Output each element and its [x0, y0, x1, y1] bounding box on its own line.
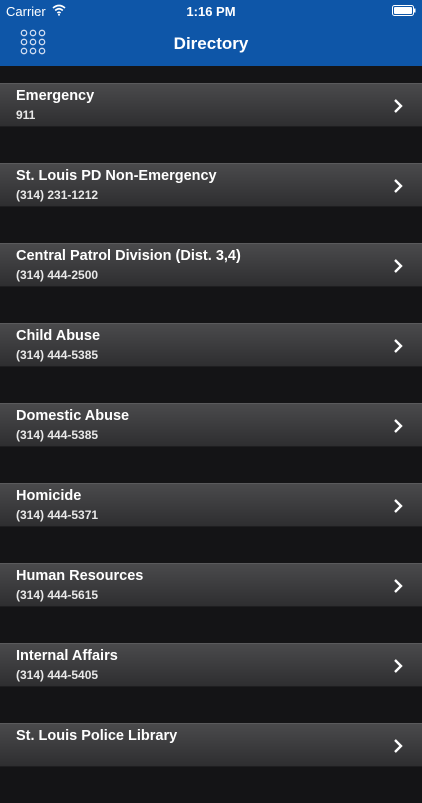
- chevron-right-icon: [394, 419, 403, 433]
- status-time: 1:16 PM: [186, 4, 236, 19]
- directory-item-non-emergency[interactable]: St. Louis PD Non-Emergency (314) 231-121…: [0, 163, 422, 207]
- directory-item-homicide[interactable]: Homicide (314) 444-5371: [0, 483, 422, 527]
- directory-item-domestic-abuse[interactable]: Domestic Abuse (314) 444-5385: [0, 403, 422, 447]
- item-phone: (314) 231-1212: [16, 188, 99, 202]
- directory-item-child-abuse[interactable]: Child Abuse (314) 444-5385: [0, 323, 422, 367]
- item-name: St. Louis PD Non-Emergency: [16, 168, 217, 184]
- chevron-right-icon: [394, 179, 403, 193]
- item-phone: 911: [16, 108, 36, 122]
- app-header: Carrier 1:16 PM Directory: [0, 0, 422, 66]
- page-title: Directory: [173, 34, 249, 53]
- chevron-right-icon: [394, 99, 403, 113]
- item-name: Child Abuse: [16, 328, 101, 344]
- chevron-right-icon: [394, 579, 403, 593]
- item-phone: (314) 444-5385: [16, 348, 99, 362]
- item-name: Internal Affairs: [16, 648, 118, 664]
- directory-item-central-patrol[interactable]: Central Patrol Division (Dist. 3,4) (314…: [0, 243, 422, 287]
- chevron-right-icon: [394, 659, 403, 673]
- item-name: Emergency: [16, 88, 95, 104]
- item-name: Domestic Abuse: [16, 408, 130, 424]
- directory-item-human-resources[interactable]: Human Resources (314) 444-5615: [0, 563, 422, 607]
- directory-item-internal-affairs[interactable]: Internal Affairs (314) 444-5405: [0, 643, 422, 687]
- chevron-right-icon: [394, 499, 403, 513]
- directory-item-emergency[interactable]: Emergency 911: [0, 83, 422, 127]
- item-name: Human Resources: [16, 568, 144, 584]
- item-phone: (314) 444-5385: [16, 428, 99, 442]
- item-phone: (314) 444-5405: [16, 668, 99, 682]
- chevron-right-icon: [394, 259, 403, 273]
- chevron-right-icon: [394, 339, 403, 353]
- battery-icon: [392, 5, 416, 16]
- chevron-right-icon: [394, 739, 403, 753]
- nav-bar: Directory: [0, 22, 422, 66]
- item-phone: (314) 444-5615: [16, 588, 99, 602]
- directory-list: Emergency 911 St. Louis PD Non-Emergency…: [0, 83, 422, 803]
- status-bar: Carrier 1:16 PM: [0, 0, 422, 22]
- item-name: Central Patrol Division (Dist. 3,4): [16, 248, 241, 264]
- item-phone: (314) 444-2500: [16, 268, 99, 282]
- directory-item-police-library[interactable]: St. Louis Police Library: [0, 723, 422, 767]
- item-name: St. Louis Police Library: [16, 728, 178, 744]
- item-name: Homicide: [16, 488, 82, 504]
- item-phone: (314) 444-5371: [16, 508, 99, 522]
